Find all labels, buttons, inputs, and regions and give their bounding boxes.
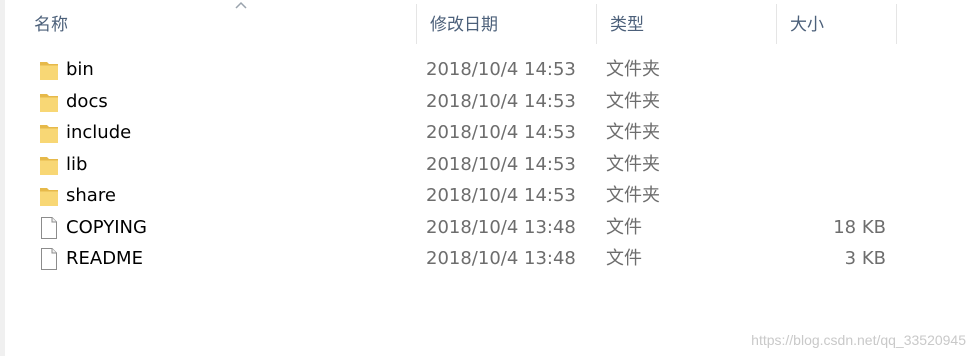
file-name: lib — [66, 153, 88, 175]
file-name: README — [66, 248, 143, 269]
file-date: 2018/10/4 14:53 — [426, 153, 576, 175]
column-header-name[interactable]: 名称 — [20, 0, 416, 44]
file-row[interactable]: share 2018/10/4 14:53 文件夹 — [20, 180, 898, 212]
file-type: 文件夹 — [606, 122, 660, 143]
file-name: share — [66, 185, 116, 206]
file-icon — [39, 247, 59, 271]
file-name: COPYING — [66, 216, 147, 238]
column-header-size-label: 大小 — [790, 14, 824, 35]
folder-icon — [39, 184, 59, 208]
folder-icon — [39, 90, 59, 114]
column-header-date[interactable]: 修改日期 — [416, 0, 596, 44]
column-divider[interactable] — [896, 4, 897, 44]
file-type: 文件夹 — [606, 90, 660, 112]
file-list: bin 2018/10/4 14:53 文件夹 docs 2018/10/4 14:53… — [20, 54, 898, 275]
file-date: 2018/10/4 13:48 — [426, 248, 576, 269]
file-name: include — [66, 122, 132, 143]
file-size: 3 KB — [844, 248, 886, 269]
file-date: 2018/10/4 14:53 — [426, 90, 576, 112]
watermark: https://blog.csdn.net/qq_33520945 — [751, 332, 966, 348]
column-header-type-label: 类型 — [610, 14, 644, 35]
file-type: 文件夹 — [606, 153, 660, 175]
file-type: 文件 — [606, 216, 642, 238]
file-row[interactable]: include 2018/10/4 14:53 文件夹 — [20, 117, 898, 149]
file-row[interactable]: bin 2018/10/4 14:53 文件夹 — [20, 54, 898, 86]
folder-icon — [39, 58, 59, 82]
left-edge — [0, 0, 5, 356]
column-header-name-label: 名称 — [34, 14, 68, 35]
file-date: 2018/10/4 14:53 — [426, 185, 576, 206]
file-type: 文件 — [606, 248, 642, 269]
file-icon — [39, 216, 59, 240]
file-name: bin — [66, 59, 94, 80]
file-date: 2018/10/4 14:53 — [426, 59, 576, 80]
column-header-date-label: 修改日期 — [430, 14, 498, 35]
file-explorer-window: 名称 修改日期 类型 大小 bin 2018/10/4 14:53 文件夹 docs 2… — [0, 0, 974, 356]
file-type: 文件夹 — [606, 59, 660, 80]
file-date: 2018/10/4 13:48 — [426, 216, 576, 238]
file-size: 18 KB — [833, 216, 886, 238]
file-row[interactable]: README 2018/10/4 13:48 文件 3 KB — [20, 243, 898, 275]
column-header-bar: 名称 修改日期 类型 大小 — [20, 0, 898, 44]
file-name: docs — [66, 90, 108, 112]
file-row[interactable]: lib 2018/10/4 14:53 文件夹 — [20, 149, 898, 181]
file-row[interactable]: COPYING 2018/10/4 13:48 文件 18 KB — [20, 212, 898, 244]
file-row[interactable]: docs 2018/10/4 14:53 文件夹 — [20, 86, 898, 118]
file-type: 文件夹 — [606, 185, 660, 206]
folder-icon — [39, 121, 59, 145]
column-header-size[interactable]: 大小 — [776, 0, 896, 44]
folder-icon — [39, 153, 59, 177]
file-date: 2018/10/4 14:53 — [426, 122, 576, 143]
column-header-type[interactable]: 类型 — [596, 0, 776, 44]
